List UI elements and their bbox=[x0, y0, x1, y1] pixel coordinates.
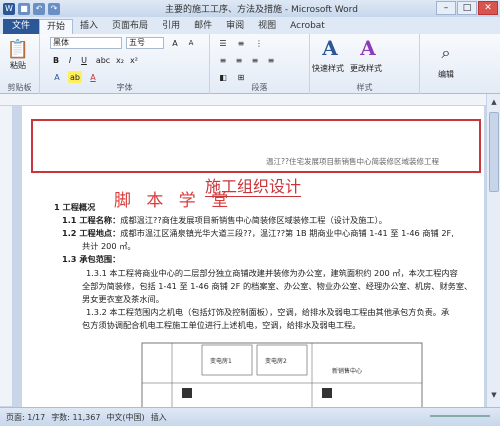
page-count[interactable]: 页面: 1/17 bbox=[6, 412, 45, 423]
tab-page-layout[interactable]: 页面布局 bbox=[105, 19, 155, 34]
bold-button[interactable]: B bbox=[50, 54, 62, 66]
tab-mailings[interactable]: 邮件 bbox=[187, 19, 219, 34]
clipboard-group-label: 剪贴板 bbox=[7, 83, 32, 92]
paste-button[interactable]: 📋 粘贴 bbox=[4, 38, 32, 72]
plan-label-3: 新销售中心 bbox=[332, 367, 362, 375]
redo-icon[interactable]: ↷ bbox=[48, 2, 60, 15]
bullets-icon[interactable]: ☰ bbox=[216, 37, 230, 49]
paragraph-1-1: 1.1 工程名称：成都温江??商住发展项目新销售中心简装修区域装修工程（设计及施… bbox=[62, 215, 387, 225]
quick-access-toolbar: W ■ ↶ ↷ bbox=[0, 2, 60, 15]
multilevel-icon[interactable]: ⋮ bbox=[252, 37, 266, 49]
section-heading: 1 工程概况 bbox=[54, 202, 96, 212]
paragraph-group-label: 段落 bbox=[251, 83, 268, 92]
document-title: 施工组织设计 bbox=[204, 177, 301, 197]
underline-button[interactable]: U bbox=[78, 54, 90, 66]
tab-references[interactable]: 引用 bbox=[155, 19, 187, 34]
ribbon-tabs: 文件 开始 插入 页面布局 引用 邮件 审阅 视图 Acrobat bbox=[0, 17, 500, 34]
shrink-font-icon[interactable]: A bbox=[184, 37, 198, 49]
change-styles-button[interactable]: 更改样式 bbox=[348, 62, 384, 74]
styles-group: A 快速样式 A 更改样式 样式 bbox=[310, 34, 420, 94]
vertical-scrollbar[interactable]: ▲ ▼ bbox=[486, 94, 500, 407]
word-count[interactable]: 字数: 11,367 bbox=[51, 412, 100, 423]
binoculars-icon[interactable]: ⌕ bbox=[426, 38, 466, 68]
editing-group: ⌕ 编辑 bbox=[420, 34, 486, 94]
scroll-down-icon[interactable]: ▼ bbox=[487, 391, 500, 403]
grow-font-icon[interactable]: A bbox=[168, 37, 182, 49]
paragraph-1-3-1-c: 男女更衣室及茶水间。 bbox=[82, 294, 164, 304]
language-status[interactable]: 中文(中国) bbox=[106, 412, 144, 423]
tab-home[interactable]: 开始 bbox=[39, 19, 74, 34]
tab-acrobat[interactable]: Acrobat bbox=[283, 19, 332, 34]
plan-label-2: 变电房2 bbox=[265, 357, 287, 365]
insert-mode[interactable]: 插入 bbox=[151, 412, 167, 423]
subscript-icon[interactable]: x₂ bbox=[114, 54, 126, 66]
undo-icon[interactable]: ↶ bbox=[33, 2, 45, 15]
justify-icon[interactable]: ≡ bbox=[264, 54, 278, 66]
tab-insert[interactable]: 插入 bbox=[73, 19, 105, 34]
paragraph-1-3-2-a: 1.3.2 本工程范围内之机电（包括灯饰及控制面板），空调，给排水及弱电工程由其… bbox=[86, 307, 450, 317]
align-right-icon[interactable]: ≡ bbox=[248, 54, 262, 66]
vertical-ruler[interactable] bbox=[0, 106, 13, 406]
tab-view[interactable]: 视图 bbox=[251, 19, 283, 34]
save-icon[interactable]: ■ bbox=[18, 2, 30, 15]
close-button[interactable]: ✕ bbox=[478, 1, 498, 15]
font-name-select[interactable]: 黑体 bbox=[50, 37, 122, 49]
paragraph-1-3-1-a: 1.3.1 本工程将商业中心的二层部分独立商铺改建并装修为办公室，建筑面积约 2… bbox=[86, 268, 458, 278]
align-center-icon[interactable]: ≡ bbox=[232, 54, 246, 66]
align-left-icon[interactable]: ≡ bbox=[216, 54, 230, 66]
header-area[interactable]: 温江??住宅发展项目新销售中心简装修区域装修工程 bbox=[31, 119, 481, 173]
strikethrough-icon[interactable]: abc bbox=[96, 54, 110, 66]
floor-plan-drawing: 变电房1 变电房2 新销售中心 bbox=[141, 342, 423, 407]
font-group-label: 字体 bbox=[116, 83, 133, 92]
quick-styles-button[interactable]: 快速样式 bbox=[310, 62, 346, 74]
font-size-select[interactable]: 五号 bbox=[126, 37, 164, 49]
scroll-thumb[interactable] bbox=[489, 112, 499, 192]
horizontal-ruler[interactable] bbox=[0, 94, 500, 106]
font-group: 黑体 五号 A A B I U abc x₂ x² A ab A 字体 bbox=[40, 34, 210, 94]
paragraph-1-3: 1.3 承包范围： bbox=[62, 254, 121, 264]
header-text: 温江??住宅发展项目新销售中心简装修区域装修工程 bbox=[266, 157, 439, 166]
paragraph-1-2-cont: 共计 200 ㎡。 bbox=[82, 241, 136, 251]
scroll-up-icon[interactable]: ▲ bbox=[487, 98, 500, 110]
window-title: 主要的施工工序、方法及措施 - Microsoft Word bbox=[165, 5, 358, 15]
clipboard-group: 📋 粘贴 剪贴板 bbox=[0, 34, 40, 94]
paragraph-1-2: 1.2 工程地点：成都市温江区涌泉镇光华大道三段??，温江??第 1B 期商业中… bbox=[62, 228, 454, 238]
paste-icon: 📋 bbox=[6, 39, 30, 60]
tab-file[interactable]: 文件 bbox=[3, 19, 40, 34]
plan-label-1: 变电房1 bbox=[210, 357, 232, 365]
document-page[interactable]: 温江??住宅发展项目新销售中心简装修区域装修工程 施工组织设计 脚 本 学 堂 … bbox=[22, 106, 484, 407]
tab-review[interactable]: 审阅 bbox=[219, 19, 251, 34]
editing-button[interactable]: 编辑 bbox=[426, 68, 466, 80]
word-app-icon[interactable]: W bbox=[3, 2, 15, 15]
numbering-icon[interactable]: ≡ bbox=[234, 37, 248, 49]
styles-group-label: 样式 bbox=[356, 83, 373, 92]
zoom-slider[interactable] bbox=[430, 415, 490, 417]
change-styles-icon[interactable]: A bbox=[356, 36, 380, 60]
paragraph-group: ☰ ≡ ⋮ ≡ ≡ ≡ ≡ ◧ ⊞ 段落 bbox=[210, 34, 310, 94]
quick-styles-icon[interactable]: A bbox=[318, 36, 342, 60]
superscript-icon[interactable]: x² bbox=[128, 54, 140, 66]
status-bar: 页面: 1/17 字数: 11,367 中文(中国) 插入 bbox=[0, 407, 500, 426]
title-bar: W ■ ↶ ↷ 主要的施工工序、方法及措施 - Microsoft Word –… bbox=[0, 0, 500, 17]
ribbon: 📋 粘贴 剪贴板 黑体 五号 A A B I U abc x₂ x² A ab … bbox=[0, 34, 500, 94]
maximize-button[interactable]: □ bbox=[457, 1, 477, 15]
italic-button[interactable]: I bbox=[64, 54, 76, 66]
paragraph-1-3-1-b: 全部为简装修，包括 1-41 至 1-46 商铺 2F 的档案室、办公室、物业办… bbox=[82, 281, 473, 291]
watermark-text: 脚 本 学 堂 bbox=[114, 191, 234, 211]
minimize-button[interactable]: – bbox=[436, 1, 456, 15]
